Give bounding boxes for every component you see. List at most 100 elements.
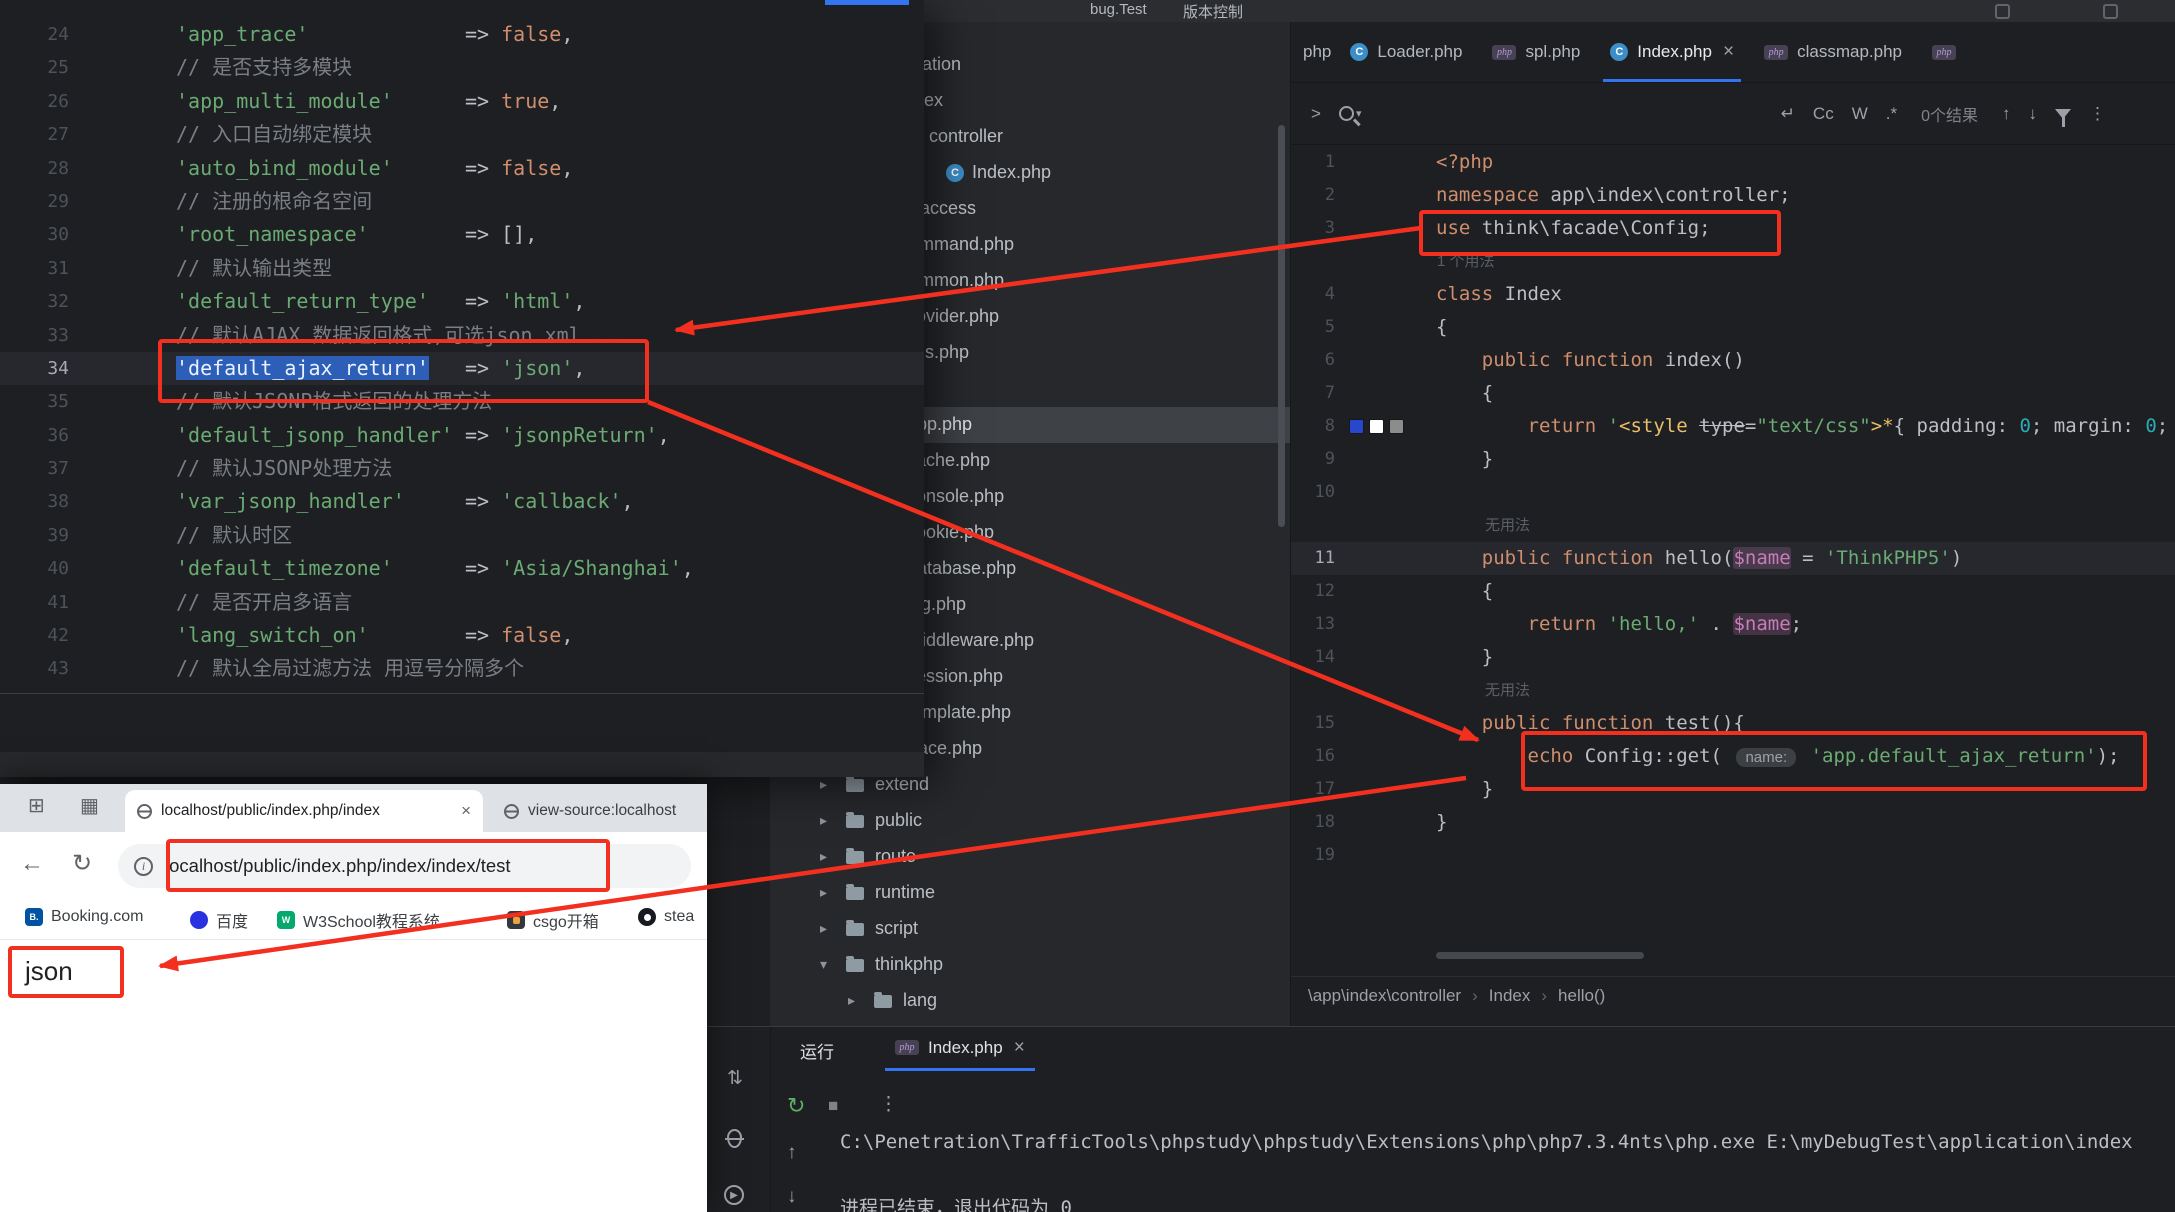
code-token: ; [2157,415,2168,437]
tree-item-public[interactable]: ▸public [770,803,1290,839]
chevron-right-icon[interactable]: ▸ [820,776,827,793]
search-expand-icon[interactable]: > [1311,104,1321,124]
url-text[interactable]: localhost/public/index.php/index/index/t… [165,855,511,877]
browser-tab[interactable]: localhost/public/index.php/index× [125,790,483,832]
more-icon[interactable]: ⋮ [879,1095,898,1114]
code-token: 'default_timezone' [176,556,393,580]
match-case-toggle[interactable]: Cc [1813,104,1834,124]
site-info-icon[interactable]: i [134,857,153,876]
notifications-icon[interactable] [1995,4,2010,19]
browser-window[interactable]: ⊞ ▦ localhost/public/index.php/index× vie… [0,784,707,1212]
usages-hint[interactable]: 无用法 [1291,509,2175,542]
editor-tab-php[interactable]: php [1917,22,1971,82]
run-tool-window: ⇅ ▶ 运行 php Index.php × ↻ ■ ⋮ ↑ ↓ C:\Pene… [707,1026,2175,1212]
code-token [1436,745,1528,767]
chevron-right-icon[interactable]: ▸ [820,848,827,865]
settings-icon[interactable] [2103,4,2118,19]
code-token: 'html' [501,289,573,313]
address-bar[interactable]: i localhost/public/index.php/index/index… [118,844,691,888]
line-number: 19 [1315,839,1335,872]
close-icon[interactable]: × [1014,1037,1025,1059]
back-icon[interactable]: ← [20,852,44,876]
breadcrumb-item[interactable]: \app\index\controller [1308,986,1461,1006]
tree-item-runtime[interactable]: ▸runtime [770,875,1290,911]
vcs-widget[interactable]: 版本控制 [1183,1,1243,22]
window-title-fragment: bug.Test [1090,1,1147,18]
browser-tab[interactable]: view-source:localhost [492,790,707,832]
filter-icon[interactable] [2055,109,2071,119]
floating-config-editor-window[interactable]: 24'app_trace' => false,25// 是否支持多模块26'ap… [0,0,924,777]
editor-tab-classmap.php[interactable]: phpclassmap.php [1749,22,1917,82]
words-toggle[interactable]: W [1852,104,1868,124]
refresh-icon[interactable]: ↻ [72,852,92,876]
next-match-icon[interactable]: ↓ [2029,104,2038,124]
line-number: 31 [47,252,69,285]
tree-item-thinkphp[interactable]: ▾ thinkphp [770,947,1290,983]
usages-hint[interactable]: 1 个用法 [1291,245,2175,278]
editor-tab-spl.php[interactable]: phpspl.php [1477,22,1595,82]
code-line: 12 { [1291,575,2175,608]
regex-toggle[interactable]: .* [1886,104,1897,124]
search-bar[interactable]: > ▾ ↵ Cc W .* 0个结果 ↑ ↓ ⋮ [1291,83,2175,145]
line-number: 17 [1315,773,1335,806]
close-icon[interactable]: × [461,801,471,821]
chevron-right-icon[interactable]: ▸ [848,992,855,1009]
run-file-tab[interactable]: php Index.php × [885,1027,1035,1071]
tree-scrollbar[interactable] [1278,125,1285,527]
bookmark-csgo[interactable]: csgo开箱 [507,908,599,932]
code-token: { padding: [1894,415,2020,437]
more-options-icon[interactable]: ⋮ [2089,104,2106,124]
editor-hscrollbar[interactable] [1436,952,1644,959]
tab-grid-icon[interactable]: ⊞ [28,796,45,816]
tree-item-lang[interactable]: ▸lang [770,983,1290,1019]
run-services-icon[interactable]: ▶ [724,1185,744,1205]
breadcrumb-item[interactable]: hello() [1558,986,1605,1006]
usages-hint[interactable]: 无用法 [1291,674,2175,707]
gutter: 13 [1291,608,1436,641]
bookmark-w3[interactable]: WW3School教程系统 [277,908,440,932]
editor-tab-partial[interactable]: php [1291,22,1335,82]
tree-item-route[interactable]: ▸route [770,839,1290,875]
up-stack-icon[interactable]: ↑ [787,1143,797,1162]
color-chip[interactable] [1349,419,1364,434]
breadcrumb[interactable]: \app\index\controller›Index›hello() [1291,976,2175,1014]
editor-tab-Index.php[interactable]: CIndex.php× [1595,22,1749,82]
chevron-down-icon[interactable]: ▾ [820,956,827,973]
gutter: 7 [1291,377,1436,410]
tree-item-label: thinkphp [875,954,943,975]
editor-tab-Loader.php[interactable]: CLoader.php [1335,22,1477,82]
gutter: 3 [1291,212,1436,245]
bookmark-baidu[interactable]: 百度 [190,908,248,932]
code-editor[interactable]: 1<?php2namespace app\index\controller;3u… [1291,146,2175,952]
config-code-editor[interactable]: 24'app_trace' => false,25// 是否支持多模块26'ap… [0,18,924,686]
breadcrumb-item[interactable]: Index [1489,986,1531,1006]
gutter: 26 [0,85,176,118]
code-token: . [1699,613,1733,635]
code-token: 0 [2145,415,2156,437]
tree-item-label: middleware.php [907,630,1034,651]
stop-icon[interactable]: ■ [828,1097,838,1114]
color-preview-chips [1349,419,1404,434]
bookmark-steam[interactable]: stea [638,908,694,926]
search-icon[interactable]: ▾ [1339,106,1362,121]
vertical-tabs-icon[interactable]: ▦ [80,796,99,816]
gutter: 15 [1291,707,1436,740]
rerun-icon[interactable]: ↻ [787,1095,805,1117]
chevron-right-icon[interactable]: ▸ [820,812,827,829]
browser-tab-title: view-source:localhost [528,802,695,820]
gutter: 11 [1291,542,1436,575]
bookmark-booking[interactable]: B.Booking.com [25,908,144,926]
down-stack-icon[interactable]: ↓ [787,1187,797,1206]
swap-arrows-icon[interactable]: ⇅ [727,1069,743,1088]
color-chip[interactable] [1389,419,1404,434]
chevron-right-icon[interactable]: ▸ [820,920,827,937]
debug-icon[interactable] [727,1129,742,1148]
color-chip[interactable] [1369,419,1384,434]
chevron-right-icon[interactable]: ▸ [820,884,827,901]
prev-match-icon[interactable]: ↑ [2002,104,2011,124]
baidu-favicon [190,911,208,929]
newline-icon[interactable]: ↵ [1781,104,1795,124]
run-panel-title[interactable]: 运行 [800,1038,834,1063]
close-icon[interactable]: × [1723,41,1734,63]
tree-item-script[interactable]: ▸script [770,911,1290,947]
